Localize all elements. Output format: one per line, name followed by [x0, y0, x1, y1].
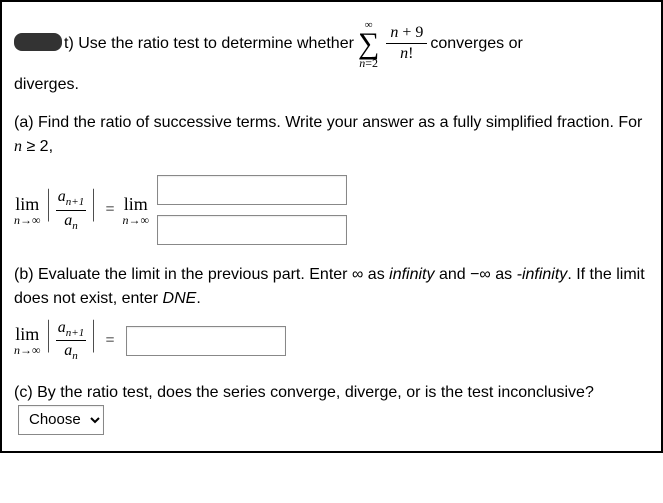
abs-bar-left-b: | [47, 319, 50, 363]
ratio-fraction: an+1 an [56, 188, 86, 232]
intro-suffix-1: converges or [430, 32, 523, 56]
intro-suffix-2: diverges. [14, 76, 79, 93]
ratio-fraction-b: an+1 an [56, 319, 86, 363]
equals-sign: = [105, 198, 114, 222]
sigma-lower-bound: n=2 [359, 56, 378, 70]
intro-prefix: t) Use the ratio test to determine wheth… [64, 32, 354, 56]
limit-operator-rhs: lim n→∞ [122, 195, 149, 226]
sigma-summation: ∞ ∑ n=2 [358, 14, 379, 73]
limit-expression-b: lim n→∞ | an+1 an | = [14, 319, 118, 363]
abs-bar-right: | [92, 188, 95, 232]
conclusion-select[interactable]: Choose [18, 405, 104, 435]
equals-sign-b: = [105, 329, 114, 353]
part-b: (b) Evaluate the limit in the previous p… [14, 263, 649, 363]
limit-operator-b: lim n→∞ [14, 325, 41, 356]
part-a: (a) Find the ratio of successive terms. … [14, 111, 649, 245]
fraction-denominator: n! [386, 44, 427, 63]
sigma-symbol: ∑ [358, 30, 379, 57]
limit-operator: lim n→∞ [14, 195, 41, 226]
sigma-upper-bound: ∞ [365, 19, 373, 31]
fraction-numerator: n + 9 [386, 24, 427, 44]
ratio-limit-lhs: lim n→∞ | an+1 an | = lim n→∞ [14, 188, 149, 232]
limit-value-input[interactable] [126, 326, 286, 356]
part-c: (c) By the ratio test, does the series c… [14, 381, 649, 435]
part-c-prompt: (c) By the ratio test, does the series c… [14, 384, 594, 401]
series-term-fraction: n + 9 n! [386, 24, 427, 62]
obscured-marker [14, 33, 62, 51]
part-b-prompt: (b) Evaluate the limit in the previous p… [14, 263, 649, 311]
denominator-input[interactable] [157, 215, 347, 245]
abs-bar-right-b: | [92, 319, 95, 363]
numerator-input[interactable] [157, 175, 347, 205]
problem-statement: t) Use the ratio test to determine wheth… [14, 14, 649, 97]
abs-bar-left: | [47, 188, 50, 232]
part-a-prompt: (a) Find the ratio of successive terms. … [14, 111, 649, 159]
